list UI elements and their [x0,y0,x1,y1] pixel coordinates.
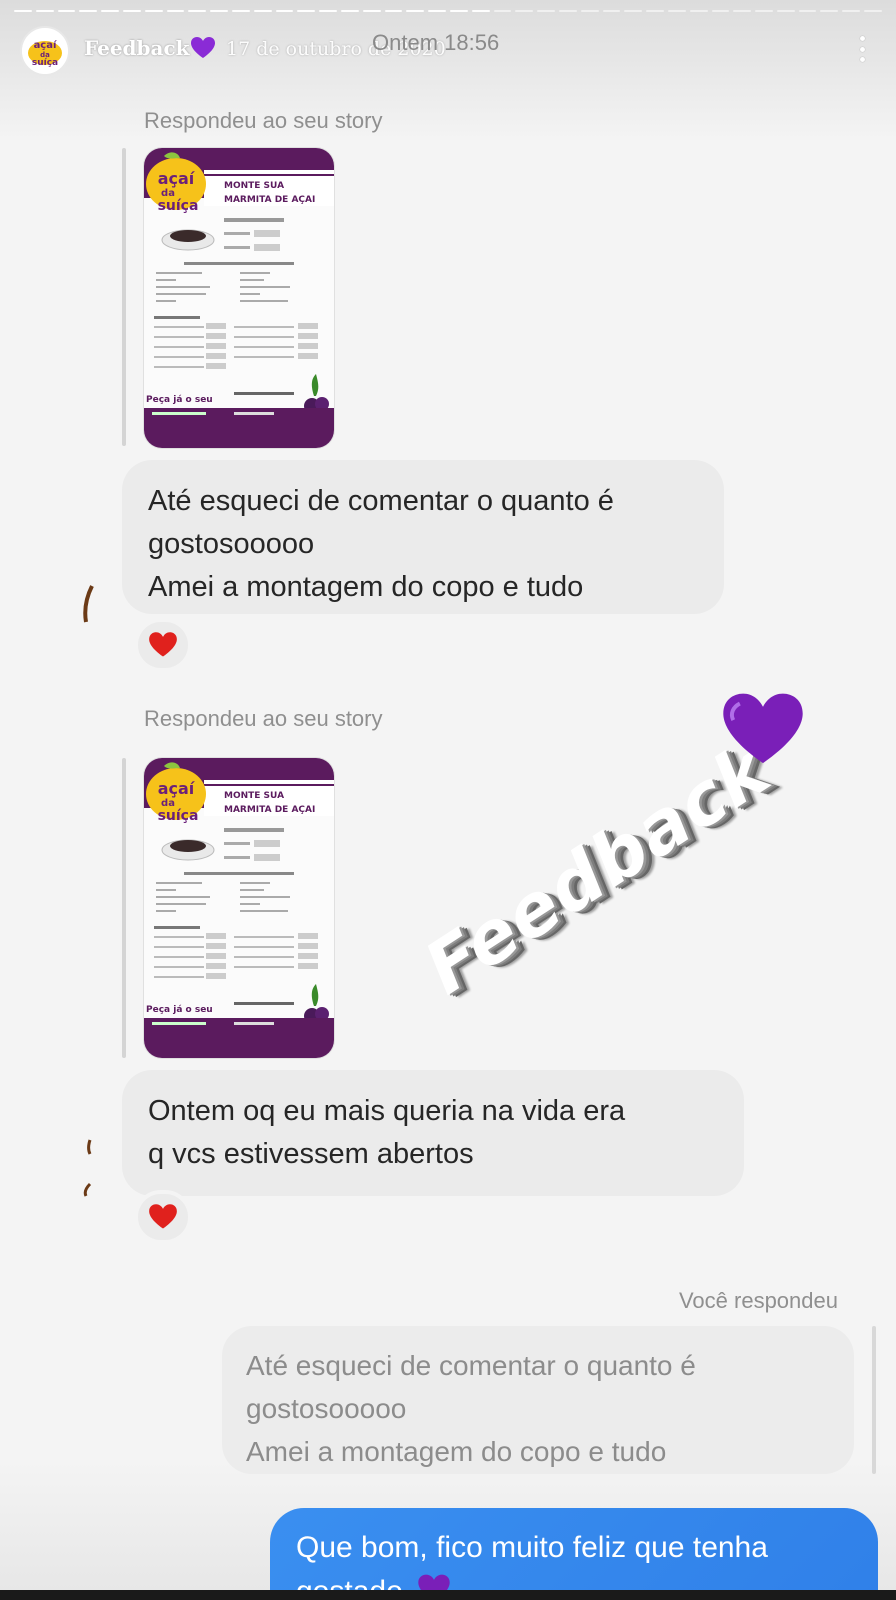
menu-title: MARMITA DE AÇAI [224,195,315,205]
more-vertical-icon[interactable] [858,36,866,62]
logo-text: açaí [158,169,196,188]
red-heart-icon [149,632,177,657]
replied-to-story-label: Respondeu ao seu story [144,108,383,133]
quoted-message[interactable]: Até esqueci de comentar o quanto é gosto… [222,1326,854,1474]
username[interactable]: Feedback [84,36,190,60]
stroke-mark [83,585,94,623]
story-reply-bar [122,758,126,1058]
logo-text: suíça [158,198,199,214]
bottom-edge [0,1590,896,1600]
logo-text: suíça [158,808,199,824]
message-text: q vcs estivessem abertos [148,1138,474,1170]
message-timestamp: Ontem 18:56 [372,30,500,55]
sent-message-text: Que bom, fico muito feliz que tenha [296,1531,768,1564]
stroke-mark [83,1139,92,1197]
you-replied-label: Você respondeu [678,1288,838,1313]
red-heart-icon [149,1204,177,1229]
logo-text: açaí [158,779,196,798]
message-bubble[interactable]: Até esqueci de comentar o quanto é gosto… [122,460,724,614]
heart-reaction[interactable] [134,1190,192,1244]
feedback-sticker: Feedback [390,690,810,1030]
menu-title: MARMITA DE AÇAI [224,805,315,815]
message-text: Amei a montagem do copo e tudo [148,571,584,603]
menu-title: MONTE SUA [224,791,284,801]
quoted-text: Até esqueci de comentar o quanto é [246,1350,696,1381]
message-bubble[interactable]: Ontem oq eu mais queria na vida era q vc… [122,1070,744,1196]
menu-footer: Peça já o seu [146,1005,213,1015]
quoted-text: Amei a montagem do copo e tudo [246,1436,667,1467]
avatar[interactable]: açaí da suíça [20,26,70,76]
story-header: açaí da suíça Feedback 17 de outubro de … [16,24,880,76]
story-progress-bar [14,10,882,12]
story-reply-bar [122,148,126,446]
purple-heart-icon [723,693,803,764]
quoted-text: gostosooooo [246,1393,407,1424]
sent-message-bubble[interactable]: Que bom, fico muito feliz que tenha gost… [270,1508,878,1600]
story-screen: açaí da suíça Feedback 17 de outubro de … [0,0,896,1600]
menu-title: MONTE SUA [224,181,284,191]
purple-heart-icon [191,37,215,58]
svg-text:suíça: suíça [32,58,58,68]
quote-bar [872,1326,876,1474]
svg-text:açaí: açaí [34,39,57,51]
story-thumbnail[interactable]: açaí da suíça MONTE SUA MARMITA DE AÇAI [144,758,334,1058]
message-text: gostosooooo [148,528,315,560]
heart-reaction[interactable] [134,618,192,672]
message-text: Até esqueci de comentar o quanto é [148,485,614,517]
message-text: Ontem oq eu mais queria na vida era [148,1095,626,1127]
replied-to-story-label: Respondeu ao seu story [144,706,383,731]
story-thumbnail[interactable]: açaí da suíça MONTE SUA MARMITA DE AÇAI [144,148,334,448]
menu-footer: Peça já o seu [146,395,213,405]
